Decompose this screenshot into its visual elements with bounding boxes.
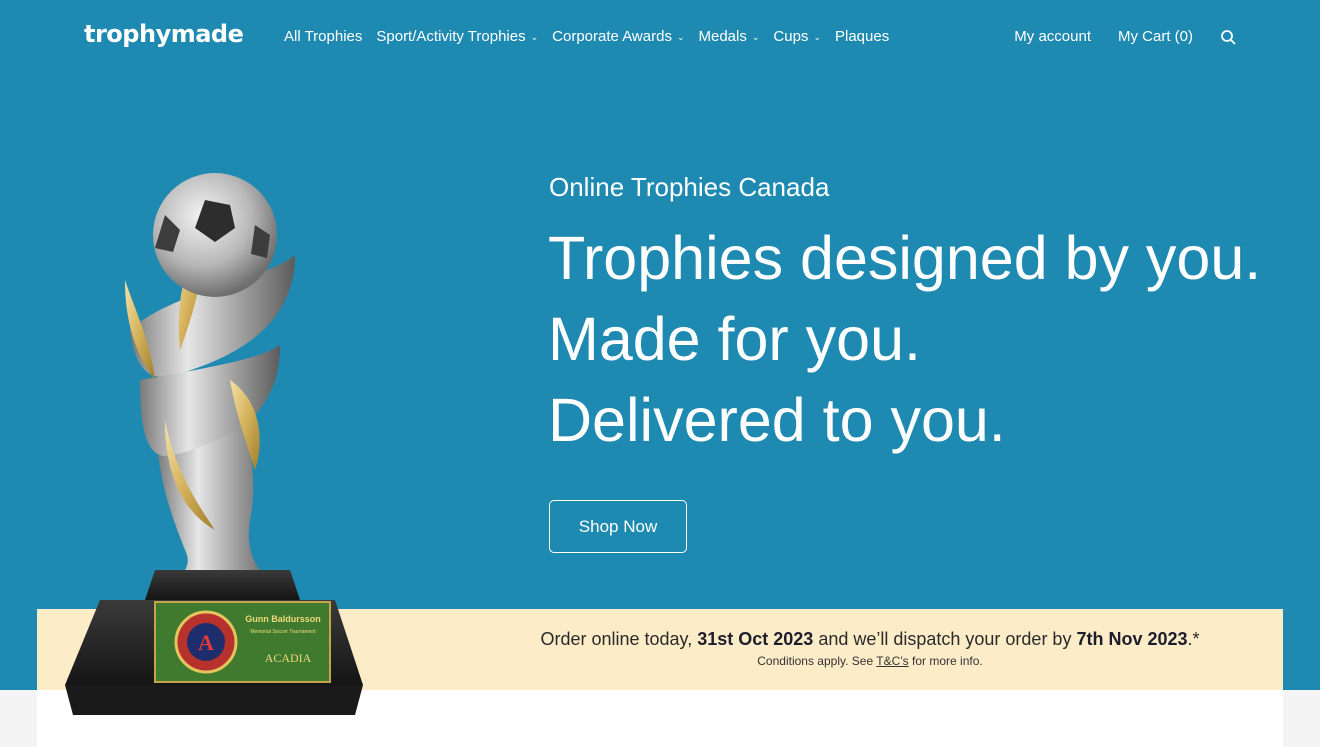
dispatch-suffix: .*	[1187, 629, 1200, 649]
conditions-suffix: for more info.	[908, 654, 983, 668]
plaque-name: Gunn Baldursson	[245, 614, 321, 624]
nav-item-label: Plaques	[834, 28, 890, 45]
my-account-link[interactable]: My account	[1014, 28, 1091, 45]
nav-item-all-trophies[interactable]: All Trophies	[284, 28, 362, 45]
my-cart-link[interactable]: My Cart (0)	[1118, 28, 1193, 45]
nav-item-medals[interactable]: Medals ⌄	[699, 28, 760, 45]
hero-kicker: Online Trophies Canada	[549, 172, 830, 202]
main-nav: All Trophies Sport/Activity Trophies ⌄ C…	[284, 28, 903, 45]
nav-item-corporate-awards[interactable]: Corporate Awards ⌄	[552, 28, 684, 45]
chevron-down-icon: ⌄	[530, 32, 539, 42]
dispatch-middle: and we’ll dispatch your order by	[813, 629, 1077, 649]
headline-line: Delivered to you.	[548, 386, 1006, 454]
dispatch-date: 7th Nov 2023	[1076, 629, 1188, 649]
plaque-event: Memorial Soccer Tournament	[250, 629, 316, 635]
nav-item-label: Medals	[698, 28, 747, 45]
headline-line: Trophies designed by you.	[548, 224, 1262, 292]
order-date: 31st Oct 2023	[697, 629, 814, 649]
nav-item-label: All Trophies	[284, 28, 363, 45]
site-header: trophymade All Trophies Sport/Activity T…	[0, 0, 1320, 74]
headline-line: Made for you.	[548, 305, 921, 373]
plaque-org: ACADIA	[265, 651, 312, 665]
nav-item-label: Sport/Activity Trophies	[376, 28, 526, 45]
nav-item-cups[interactable]: Cups ⌄	[773, 28, 821, 45]
shop-now-button[interactable]: Shop Now	[549, 500, 687, 553]
nav-item-plaques[interactable]: Plaques	[835, 28, 889, 45]
search-icon[interactable]	[1220, 29, 1236, 45]
hero-headline: Trophies designed by you. Made for you. …	[548, 218, 1261, 461]
nav-item-sport-activity-trophies[interactable]: Sport/Activity Trophies ⌄	[376, 28, 538, 45]
dispatch-prefix: Order online today,	[540, 629, 698, 649]
trophy-image: A Gunn Baldursson Memorial Soccer Tourna…	[65, 173, 363, 715]
header-actions: My account My Cart (0)	[987, 28, 1236, 45]
terms-link[interactable]: T&C’s	[876, 654, 908, 668]
plaque-badge-letter: A	[198, 630, 214, 655]
conditions-prefix: Conditions apply. See	[757, 654, 877, 668]
chevron-down-icon: ⌄	[813, 32, 821, 42]
nav-item-label: Corporate Awards	[552, 28, 672, 45]
logo[interactable]: trophymade	[84, 20, 244, 48]
page: trophymade All Trophies Sport/Activity T…	[0, 0, 1320, 747]
nav-item-label: Cups	[773, 28, 809, 45]
chevron-down-icon: ⌄	[751, 32, 760, 42]
chevron-down-icon: ⌄	[676, 32, 685, 42]
